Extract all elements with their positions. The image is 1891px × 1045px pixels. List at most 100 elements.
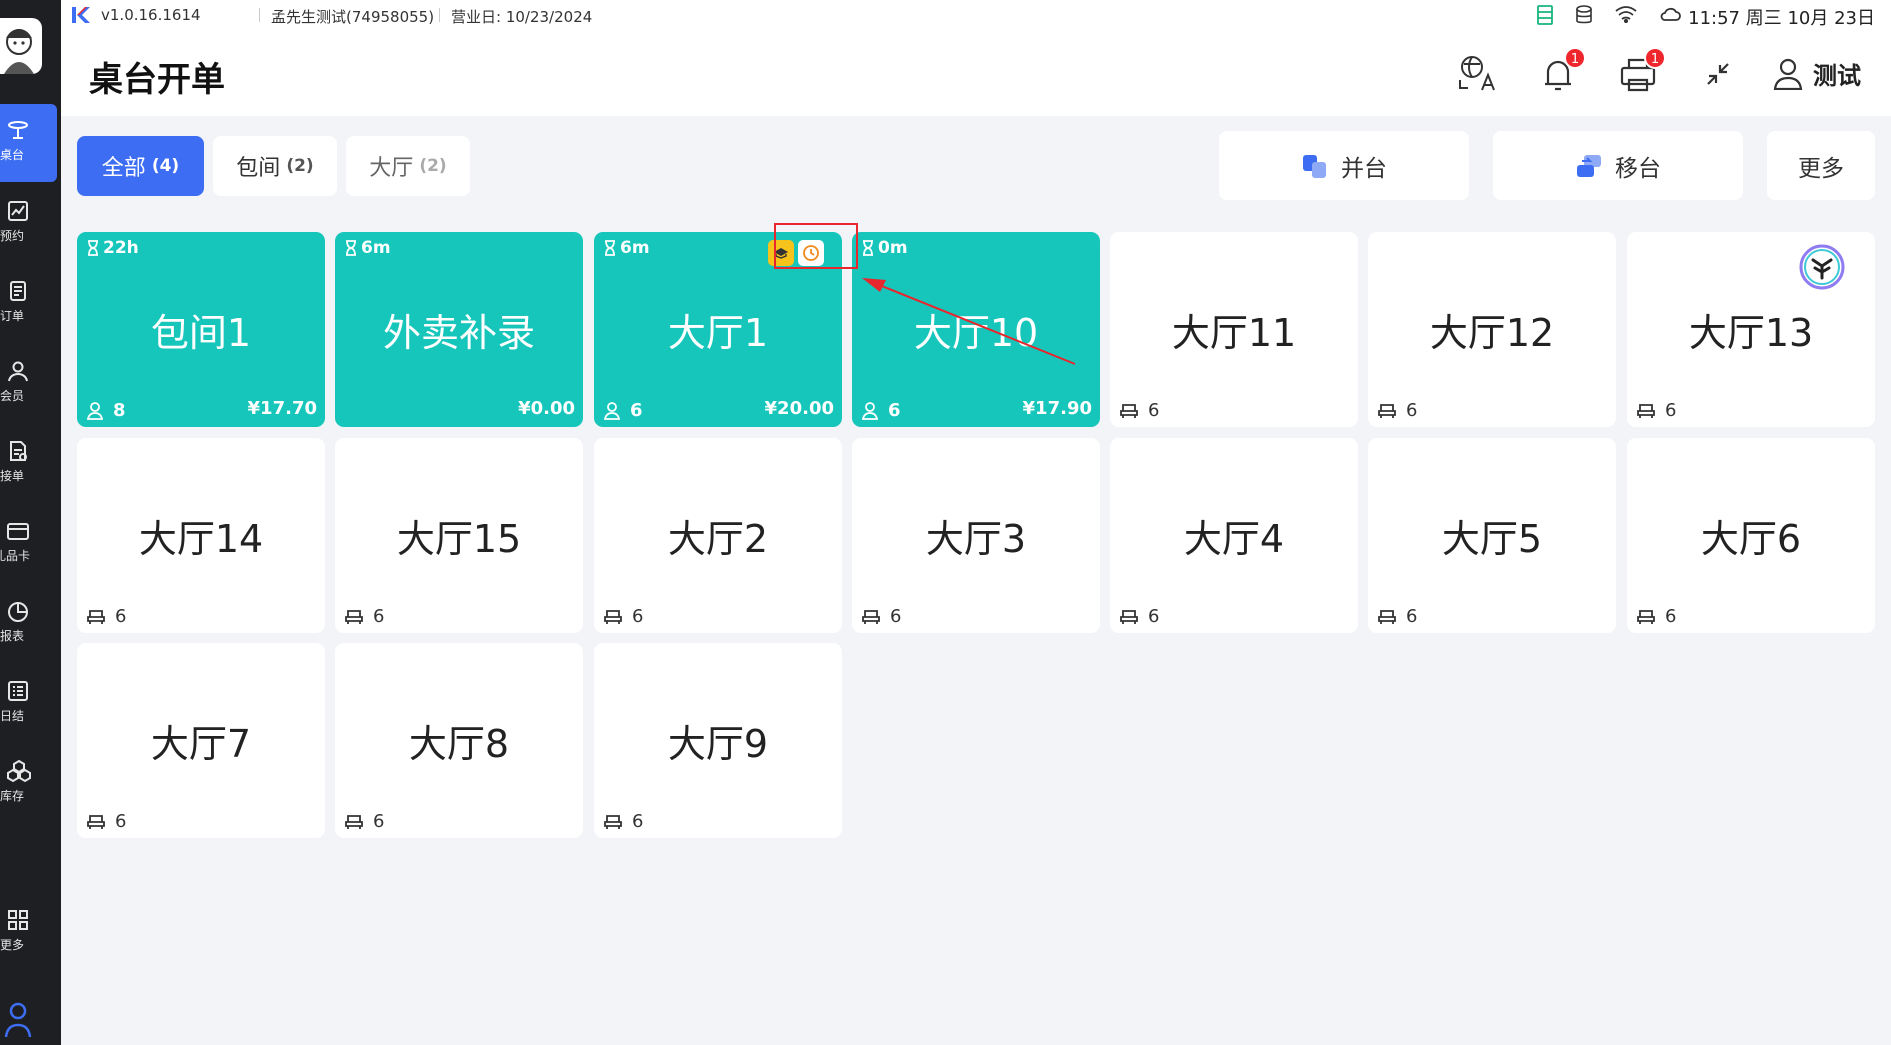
table-card-dating2[interactable]: 大厅2 6 xyxy=(594,438,842,633)
sidebar: 桌台 预约 订单 会员 接单 礼品卡 报表 日结 库存 更多 xyxy=(0,0,61,1045)
more-actions-button[interactable]: 更多 xyxy=(1767,131,1875,200)
sidebar-item-more[interactable]: 更多 xyxy=(0,894,57,972)
table-card-dating5[interactable]: 大厅5 6 xyxy=(1368,438,1616,633)
timer: 22h xyxy=(87,238,139,258)
hourglass-icon xyxy=(88,240,98,256)
wifi-icon xyxy=(1615,6,1637,23)
table-card-dating7[interactable]: 大厅7 6 xyxy=(77,643,325,838)
sidebar-item-orders[interactable]: 订单 xyxy=(0,265,57,343)
table-card-dating11[interactable]: 大厅11 6 xyxy=(1110,232,1358,427)
seat-count: 6 xyxy=(1378,400,1417,421)
table-card-dating6[interactable]: 大厅6 6 xyxy=(1627,438,1875,633)
table-name: 大厅6 xyxy=(1700,517,1802,561)
avatar[interactable] xyxy=(0,18,42,74)
seat-count-value: 6 xyxy=(1406,606,1418,627)
order-amount: ¥20.00 xyxy=(764,398,834,419)
table-card-dating9[interactable]: 大厅9 6 xyxy=(594,643,842,838)
tab-label: 大厅 xyxy=(369,156,414,181)
reservation-icon xyxy=(8,201,28,221)
sidebar-item-daily-close[interactable]: 日结 xyxy=(0,665,57,743)
user-icon xyxy=(1773,58,1803,90)
status-bar: v1.0.16.1614 孟先生测试(74958055) 营业日: 10/23/… xyxy=(61,0,1891,30)
table-card-dating8[interactable]: 大厅8 6 xyxy=(335,643,583,838)
seat-icon xyxy=(862,609,880,624)
seat-icon xyxy=(345,609,363,624)
sidebar-item-label: 报表 xyxy=(0,629,25,643)
table-card-takeout[interactable]: 6m 外卖补录 ¥0.00 xyxy=(335,232,583,427)
table-name: 大厅13 xyxy=(1688,311,1814,355)
seat-count-value: 6 xyxy=(373,606,385,627)
table-name: 大厅10 xyxy=(913,311,1039,355)
table-name: 大厅7 xyxy=(150,722,252,766)
sidebar-item-receive-orders[interactable]: 接单 xyxy=(0,425,57,503)
printer-button[interactable]: 1 xyxy=(1618,47,1666,94)
collapse-button[interactable] xyxy=(1698,54,1738,94)
table-card-dating15[interactable]: 大厅15 6 xyxy=(335,438,583,633)
daily-close-icon xyxy=(8,681,28,701)
seat-count-value: 6 xyxy=(1148,400,1160,421)
sidebar-item-inventory[interactable]: 库存 xyxy=(0,745,57,823)
notifications-button[interactable]: 1 xyxy=(1538,47,1586,94)
seat-count-value: 6 xyxy=(1665,400,1677,421)
sidebar-item-tables[interactable]: 桌台 xyxy=(0,104,57,182)
sidebar-item-label: 接单 xyxy=(0,469,25,483)
timer-value: 22h xyxy=(103,238,139,258)
tab-label: 全部 xyxy=(101,156,146,181)
sidebar-item-reports[interactable]: 报表 xyxy=(0,585,57,663)
sidebar-item-reservation[interactable]: 预约 xyxy=(0,185,57,263)
seat-icon xyxy=(1120,403,1138,418)
person-icon xyxy=(87,401,103,420)
move-table-button[interactable]: 移台 xyxy=(1493,131,1743,200)
seat-icon xyxy=(1378,609,1396,624)
table-name: 大厅15 xyxy=(396,517,522,561)
move-icon xyxy=(1577,154,1601,177)
sidebar-item-gift-card[interactable]: 礼品卡 xyxy=(0,505,57,583)
tab-private-rooms[interactable]: 包间 (2) xyxy=(213,136,337,196)
sidebar-item-members[interactable]: 会员 xyxy=(0,345,57,423)
seat-icon xyxy=(1637,403,1655,418)
store-name: 孟先生测试(74958055) xyxy=(271,8,435,26)
sidebar-item-label: 会员 xyxy=(0,389,25,403)
merge-icon xyxy=(1303,154,1326,178)
table-card-dating12[interactable]: 大厅12 6 xyxy=(1368,232,1616,427)
language-button[interactable] xyxy=(1458,54,1498,94)
table-name: 大厅4 xyxy=(1183,517,1285,561)
table-card-baojian1[interactable]: 22h 包间1 8 ¥17.70 xyxy=(77,232,325,427)
table-name: 大厅14 xyxy=(138,517,264,561)
seat-count: 6 xyxy=(1120,400,1159,421)
tab-count: (4) xyxy=(151,156,180,176)
inventory-icon xyxy=(7,759,31,783)
timer-value: 6m xyxy=(620,238,650,258)
account-icon[interactable] xyxy=(4,1001,34,1041)
table-card-dating14[interactable]: 大厅14 6 xyxy=(77,438,325,633)
user-menu[interactable]: 测试 xyxy=(1773,56,1861,91)
tab-all[interactable]: 全部 (4) xyxy=(77,136,204,196)
spreadsheet-icon xyxy=(1537,5,1553,25)
guest-count: 6 xyxy=(862,400,901,421)
table-card-dating3[interactable]: 大厅3 6 xyxy=(852,438,1100,633)
table-card-dating4[interactable]: 大厅4 6 xyxy=(1110,438,1358,633)
seat-count-value: 6 xyxy=(115,606,127,627)
seat-count-value: 6 xyxy=(632,811,644,832)
header: 桌台开单 1 1 测试 xyxy=(61,30,1891,116)
seat-count-value: 6 xyxy=(115,811,127,832)
table-icon xyxy=(8,121,28,139)
seat-icon xyxy=(604,814,622,829)
order-amount: ¥0.00 xyxy=(518,398,575,419)
highlight-box xyxy=(774,223,858,269)
table-card-dating10[interactable]: 0m 大厅10 6 ¥17.90 xyxy=(852,232,1100,427)
table-card-dating13[interactable]: 大厅13 6 xyxy=(1627,232,1875,427)
tab-count: (2) xyxy=(286,156,314,176)
language-icon xyxy=(1459,56,1495,91)
seat-count: 6 xyxy=(1637,606,1676,627)
tab-hall[interactable]: 大厅 (2) xyxy=(346,136,470,196)
clock: 11:57 周三 10月 23日 xyxy=(1688,8,1875,29)
tab-label: 包间 xyxy=(236,156,281,181)
seat-count: 6 xyxy=(1637,400,1676,421)
table-name: 大厅12 xyxy=(1429,311,1555,355)
move-label: 移台 xyxy=(1615,155,1661,182)
table-name: 大厅1 xyxy=(667,311,769,355)
seat-count-value: 6 xyxy=(632,606,644,627)
merge-table-button[interactable]: 并台 xyxy=(1219,131,1469,200)
table-name: 大厅11 xyxy=(1171,311,1297,355)
